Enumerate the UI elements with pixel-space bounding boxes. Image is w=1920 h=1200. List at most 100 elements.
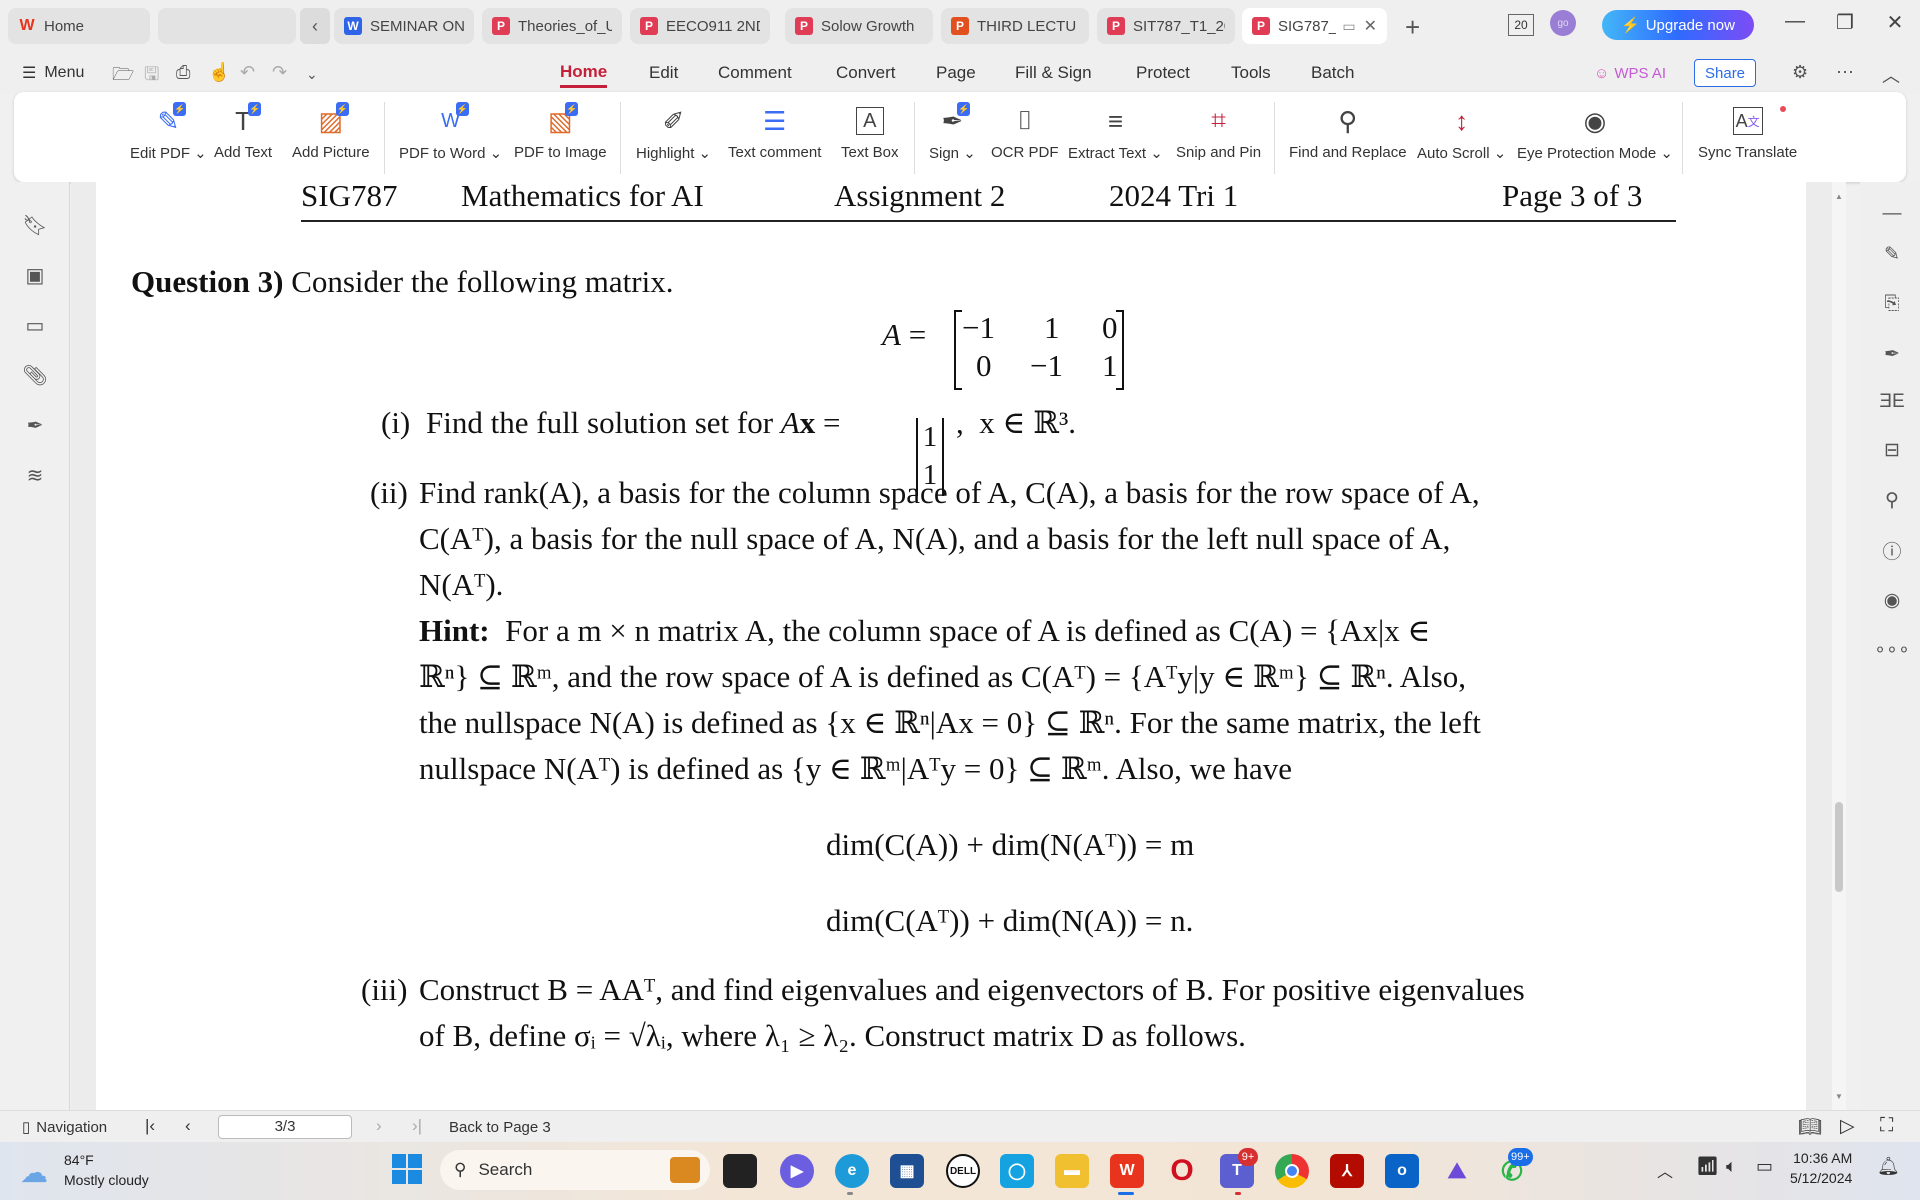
edit-pdf-button[interactable]: ✎ ⚡ Edit PDF ⌄ [130, 102, 207, 178]
new-tab-button[interactable]: + [1405, 12, 1420, 43]
notification-bell-icon[interactable]: 🔔︎ [1877, 1156, 1900, 1177]
alexa-icon[interactable]: ◯ [1000, 1154, 1034, 1188]
text-comment-button[interactable]: ☰ Text comment [728, 102, 821, 178]
volume-icon[interactable]: 🔈︎ [1726, 1156, 1737, 1177]
photos-app-icon[interactable]: ⛰ [1440, 1154, 1474, 1188]
avatar[interactable]: go [1550, 10, 1576, 36]
compare-icon[interactable]: ƎE [1879, 390, 1904, 414]
tab-blank[interactable] [158, 8, 296, 44]
restore-button[interactable]: ❐ [1825, 10, 1865, 35]
task-view-icon[interactable] [723, 1154, 757, 1188]
pen-sign-icon[interactable]: ✒ [1880, 342, 1904, 366]
edge-browser-icon[interactable]: e [835, 1154, 869, 1188]
tab-document[interactable]: P EECO911 2ND. [630, 8, 770, 44]
minimize-panel-icon[interactable]: — [1880, 202, 1904, 226]
meet-app-icon[interactable]: ▶ [780, 1154, 814, 1188]
next-page-icon[interactable]: › [376, 1116, 382, 1136]
opera-browser-icon[interactable]: O [1165, 1154, 1199, 1188]
edit-icon[interactable]: ✎ [1880, 242, 1904, 266]
vertical-scrollbar[interactable]: ▲ ▼ [1832, 182, 1846, 1110]
system-clock[interactable]: 10:36 AM 5/12/2024 [1790, 1150, 1852, 1186]
search-icon[interactable]: ⚲ [1880, 488, 1904, 512]
tab-scroll-left-button[interactable]: ‹ [300, 8, 330, 44]
menu-button[interactable]: ☰ Menu [22, 58, 84, 88]
minimize-button[interactable]: — [1775, 10, 1815, 33]
text-box-button[interactable]: A Text Box [841, 102, 899, 178]
signature-icon[interactable]: ✒ [22, 412, 48, 438]
open-folder-icon[interactable]: 🗁 [112, 62, 134, 92]
add-text-button[interactable]: T ⚡ Add Text [214, 102, 272, 178]
tab-comment[interactable]: Comment [718, 58, 792, 88]
settings-gear-icon[interactable]: ⚙ [1792, 62, 1808, 83]
pdf-to-word-button[interactable]: W ⚡ PDF to Word ⌄ [399, 102, 502, 178]
tab-edit[interactable]: Edit [649, 58, 678, 88]
windows-start-icon[interactable] [392, 1154, 422, 1184]
highlight-button[interactable]: ✐ Highlight ⌄ [636, 102, 711, 178]
taskbar-search-box[interactable]: ⚲ Search [440, 1150, 710, 1190]
chevron-down-icon[interactable]: ⌄ [306, 66, 318, 83]
help-icon[interactable]: ⓘ [1880, 538, 1904, 563]
tab-document[interactable]: P Theories_of_Ur [482, 8, 622, 44]
tab-document[interactable]: P Solow Growth [785, 8, 933, 44]
redo-icon[interactable]: ↷ [272, 62, 287, 83]
weather-widget[interactable]: 84°F Mostly cloudy [64, 1152, 149, 1188]
tab-batch[interactable]: Batch [1311, 58, 1354, 88]
ocr-pdf-button[interactable]: ⌷ OCR PDF [991, 102, 1059, 178]
print-icon[interactable]: ⎙ [176, 62, 190, 83]
share-button[interactable]: Share [1694, 59, 1757, 87]
page-number-input[interactable]: 3/3 [218, 1115, 352, 1139]
scrollbar-thumb[interactable] [1835, 802, 1843, 892]
more-icon[interactable]: ∘∘∘ [1874, 638, 1910, 662]
tab-document[interactable]: P SIT787_T1_202 [1097, 8, 1235, 44]
sync-translate-button[interactable]: A 文 Sync Translate [1698, 102, 1797, 178]
compress-icon[interactable]: ⊟ [1880, 438, 1904, 462]
battery-icon[interactable]: ▭ [1756, 1156, 1773, 1177]
last-page-icon[interactable]: ›| [412, 1116, 422, 1136]
previous-page-icon[interactable]: ‹ [185, 1116, 191, 1136]
hand-tool-icon[interactable]: ☝ [208, 62, 230, 83]
show-hidden-icons-icon[interactable]: ︿ [1657, 1158, 1673, 1182]
pdf-to-image-button[interactable]: ▧ ⚡ PDF to Image [514, 102, 607, 178]
fullscreen-icon[interactable]: ⛶ [1880, 1115, 1893, 1137]
more-options-icon[interactable]: ⋯ [1836, 62, 1854, 83]
scroll-down-icon[interactable]: ▼ [1835, 1092, 1843, 1101]
undo-icon[interactable]: ↶ [240, 62, 255, 83]
add-picture-button[interactable]: ▨ ⚡ Add Picture [292, 102, 370, 178]
wps-ai-button[interactable]: ☺ WPS AI [1594, 58, 1666, 88]
tab-document[interactable]: P THIRD LECTUR [941, 8, 1089, 44]
outlook-icon[interactable]: o [1385, 1154, 1419, 1188]
tab-protect[interactable]: Protect [1136, 58, 1190, 88]
layers-icon[interactable]: ≋ [22, 462, 48, 488]
dell-app-icon[interactable]: DELL [946, 1154, 980, 1188]
attachment-icon[interactable]: 📎︎ [22, 362, 48, 388]
monitor-icon[interactable]: ▭ [1342, 18, 1355, 35]
comment-icon[interactable]: ▭ [22, 312, 48, 338]
page-count-badge[interactable]: 20 [1508, 14, 1534, 36]
chrome-browser-icon[interactable] [1275, 1154, 1309, 1188]
acrobat-reader-icon[interactable]: ⅄ [1330, 1154, 1364, 1188]
navigation-button[interactable]: ▯ Navigation [22, 1118, 107, 1137]
eye-care-icon[interactable]: ◉ [1880, 588, 1904, 612]
tab-home[interactable]: Home [560, 58, 608, 88]
thumbnail-icon[interactable]: ▣ [22, 262, 48, 288]
snip-and-pin-button[interactable]: ⌗ Snip and Pin [1176, 102, 1261, 178]
save-icon[interactable]: 🖫 [144, 62, 159, 92]
collapse-ribbon-icon[interactable]: ︿ [1882, 62, 1900, 88]
scroll-up-icon[interactable]: ▲ [1835, 192, 1843, 201]
tab-fill-sign[interactable]: Fill & Sign [1015, 58, 1092, 88]
wifi-icon[interactable]: 📶︎ [1696, 1156, 1719, 1177]
first-page-icon[interactable]: |‹ [145, 1116, 155, 1136]
close-tab-icon[interactable]: ✕ [1364, 16, 1377, 36]
wps-office-icon[interactable]: W [1110, 1154, 1144, 1188]
bookmark-icon[interactable]: 🔖︎ [22, 212, 48, 238]
extract-text-button[interactable]: ≡ Extract Text ⌄ [1068, 102, 1163, 178]
upgrade-now-button[interactable]: ⚡ Upgrade now [1602, 10, 1754, 40]
export-document-icon[interactable]: ⎘ [1880, 292, 1904, 316]
back-to-page-link[interactable]: Back to Page 3 [449, 1119, 551, 1136]
sign-button[interactable]: ✒ ⚡ Sign ⌄ [929, 102, 976, 178]
play-slideshow-icon[interactable]: ▷ [1840, 1115, 1855, 1138]
eye-protection-mode-button[interactable]: ◉ Eye Protection Mode ⌄ [1517, 102, 1673, 178]
auto-scroll-button[interactable]: ↕ Auto Scroll ⌄ [1417, 102, 1506, 178]
microsoft-store-icon[interactable]: ▦ [890, 1154, 924, 1188]
reading-mode-icon[interactable]: 📖︎ [1798, 1115, 1822, 1139]
